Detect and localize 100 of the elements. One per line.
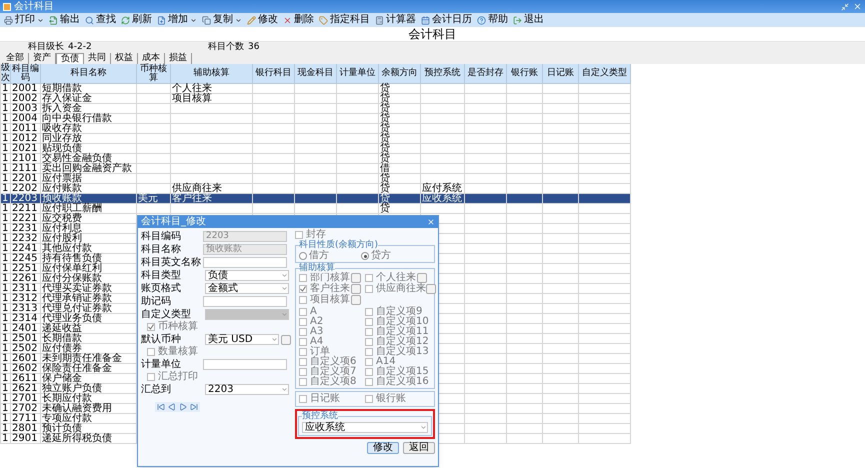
table-cell: 2004	[12, 114, 38, 124]
table-cell: 应付利息	[42, 224, 82, 234]
table-cell: 长期借款	[42, 334, 82, 344]
table-cell: 应付职工薪酬	[42, 204, 102, 214]
table-cell: 预计负债	[42, 424, 82, 434]
checkbox-label: A14	[376, 357, 396, 367]
table-cell: 长期应付款	[42, 394, 92, 404]
table-cell: 1	[2, 294, 8, 304]
radio-label: 贷方	[371, 251, 391, 261]
table-cell: 递延收益	[42, 324, 82, 334]
table-cell: 持有待售负债	[42, 254, 102, 264]
radio-label: 借方	[309, 251, 329, 261]
table-cell: 代理业务负债	[42, 314, 102, 324]
table-cell: 未到期责任准备金	[42, 354, 122, 364]
table-cell: 客户往来	[172, 194, 212, 204]
table-cell: 2711	[12, 414, 38, 424]
table-cell: 向中央银行借款	[42, 114, 112, 124]
table-cell: 1	[2, 124, 8, 134]
info-label: 科目级长	[28, 42, 64, 52]
table-cell: 2601	[12, 354, 38, 364]
group-legend: 预控系统	[302, 411, 338, 421]
table-cell: 短期借款	[42, 84, 82, 94]
table-cell: 借	[380, 164, 390, 174]
table-cell: 拆入资金	[42, 104, 82, 114]
table-cell: 1	[2, 384, 8, 394]
table-cell: 1	[2, 434, 8, 444]
table-cell: 卖出回购金融资产款	[42, 164, 132, 174]
table-cell: 2602	[12, 364, 38, 374]
checkbox-label: 自定义项12	[376, 337, 429, 347]
table-cell: 保险责任准备金	[42, 364, 112, 374]
table-cell: 贷	[380, 94, 390, 104]
table-cell: 1	[2, 204, 8, 214]
table-cell: 2501	[12, 334, 38, 344]
checkbox-label: A2	[310, 317, 324, 327]
table-cell: 2202	[12, 184, 38, 194]
table-cell: 2251	[12, 264, 38, 274]
table-cell: 1	[2, 194, 8, 204]
table-cell: 2314	[12, 314, 38, 324]
table-cell: 应付票据	[42, 174, 82, 184]
table-cell: 2011	[12, 124, 38, 134]
table-cell: 1	[2, 184, 8, 194]
table-cell: 供应商往来	[172, 184, 222, 194]
info-value: 36	[248, 42, 260, 52]
table-cell: 贷	[380, 204, 390, 214]
field-label: 科目名称	[141, 244, 182, 254]
table-cell: 2003	[12, 104, 38, 114]
checkbox-label: 供应商往来	[376, 284, 426, 294]
table-cell: 1	[2, 414, 8, 424]
table-cell: 2801	[12, 424, 38, 434]
table-cell: 应收系统	[422, 194, 462, 204]
checkbox-label: 币种核算	[158, 322, 198, 332]
table-cell: 2311	[12, 284, 38, 294]
table-cell: 吸收存款	[42, 124, 82, 134]
table-cell: 预收账款	[42, 194, 82, 204]
table-cell: 2201	[12, 174, 38, 184]
table-cell: 1	[2, 104, 8, 114]
table-cell: 1	[2, 404, 8, 414]
table-cell: 1	[2, 324, 8, 334]
table-cell: 2401	[12, 324, 38, 334]
checkbox-label: 项目核算	[310, 295, 350, 305]
table-cell: 2901	[12, 434, 38, 444]
window-title: 会计科目	[14, 2, 54, 12]
table-cell: 1	[2, 174, 8, 184]
checkbox-label: 自定义项11	[376, 327, 429, 337]
checkbox-label: 自定义项8	[310, 377, 356, 387]
table-cell: 1	[2, 314, 8, 324]
table-cell: 未确认融资费用	[42, 404, 112, 414]
checkbox-label: 日记账	[310, 394, 340, 404]
table-cell: 1	[2, 94, 8, 104]
table-cell: 2245	[12, 254, 38, 264]
table-cell: 2312	[12, 294, 38, 304]
checkbox-label: 自定义项7	[310, 367, 356, 377]
table-cell: 1	[2, 284, 8, 294]
table-cell: 应付保单红利	[42, 264, 102, 274]
table-cell: 应付系统	[422, 184, 462, 194]
table-cell: 1	[2, 164, 8, 174]
table-cell: 贴现负债	[42, 144, 82, 154]
table-cell: 美元	[138, 194, 158, 204]
checkbox-label: 订单	[310, 347, 330, 357]
table-cell: 代理买卖证券款	[42, 284, 112, 294]
table-cell: 1	[2, 254, 8, 264]
table-cell: 1	[2, 144, 8, 154]
table-cell: 1	[2, 84, 8, 94]
field-label: 自定义类型	[141, 310, 192, 320]
field-label: 汇总到	[141, 384, 172, 394]
table-cell: 2021	[12, 144, 38, 154]
table-cell: 应付股利	[42, 234, 82, 244]
table-cell: 2221	[12, 214, 38, 224]
table-cell: 2232	[12, 234, 38, 244]
table-cell: 贷	[380, 84, 390, 94]
table-cell: 1	[2, 344, 8, 354]
table-cell: 1	[2, 234, 8, 244]
table-cell: 1	[2, 374, 8, 384]
table-cell: 1	[2, 274, 8, 284]
info-label: 科目个数	[208, 42, 244, 52]
table-cell: 贷	[380, 114, 390, 124]
checkbox-label: A3	[310, 327, 324, 337]
group-legend: 辅助核算	[299, 263, 335, 273]
table-cell: 2211	[12, 204, 38, 214]
table-cell: 保户储金	[42, 374, 82, 384]
